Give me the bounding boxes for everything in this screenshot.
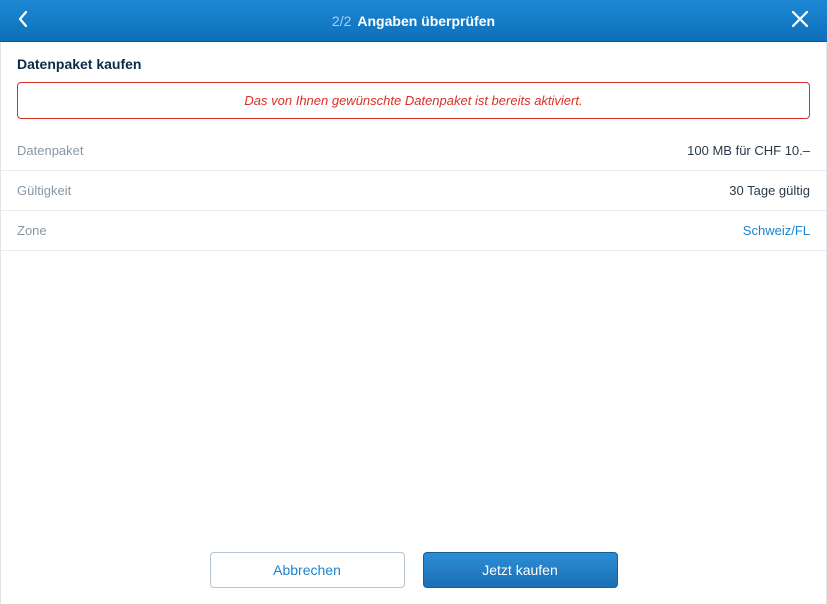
chevron-left-icon xyxy=(18,11,28,30)
value-zone[interactable]: Schweiz/FL xyxy=(743,223,810,238)
spacer xyxy=(1,251,826,538)
back-button[interactable] xyxy=(10,0,36,41)
label-validity: Gültigkeit xyxy=(17,183,71,198)
row-datapacket: Datenpaket 100 MB für CHF 10.– xyxy=(1,131,826,171)
close-icon xyxy=(791,10,809,31)
alert-message: Das von Ihnen gewünschte Datenpaket ist … xyxy=(17,82,810,119)
section-title: Datenpaket kaufen xyxy=(1,42,826,82)
header-title: Angaben überprüfen xyxy=(357,13,495,29)
value-datapacket: 100 MB für CHF 10.– xyxy=(687,143,810,158)
label-zone: Zone xyxy=(17,223,47,238)
row-validity: Gültigkeit 30 Tage gültig xyxy=(1,171,826,211)
buy-button[interactable]: Jetzt kaufen xyxy=(423,552,618,588)
step-indicator: 2/2 xyxy=(332,13,351,29)
footer: Abbrechen Jetzt kaufen xyxy=(1,538,826,604)
content: Datenpaket kaufen Das von Ihnen gewünsch… xyxy=(0,42,827,604)
close-button[interactable] xyxy=(783,0,817,41)
row-zone: Zone Schweiz/FL xyxy=(1,211,826,251)
cancel-button[interactable]: Abbrechen xyxy=(210,552,405,588)
value-validity: 30 Tage gültig xyxy=(729,183,810,198)
header: 2/2 Angaben überprüfen xyxy=(0,0,827,42)
label-datapacket: Datenpaket xyxy=(17,143,84,158)
